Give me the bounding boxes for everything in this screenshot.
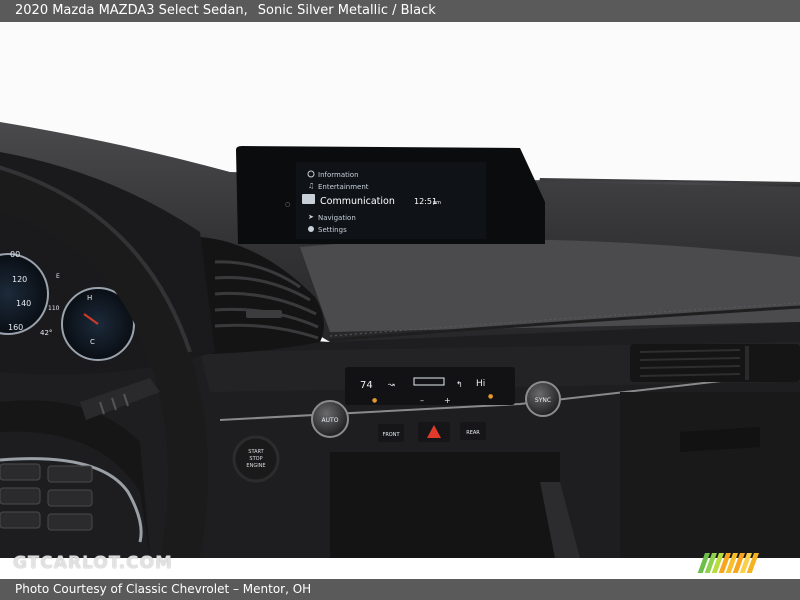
gauge-e-label: E [56, 273, 60, 280]
navigation-arrow-icon[interactable]: ➤ [308, 213, 314, 221]
front-defrost-label: FRONT [382, 432, 400, 438]
menu-communication[interactable]: Communication [320, 196, 395, 207]
phone-icon[interactable] [302, 194, 315, 204]
speed-tick-140: 140 [16, 299, 31, 308]
menu-entertainment[interactable]: Entertainment [318, 183, 369, 191]
wheel-button-5[interactable] [0, 511, 41, 529]
dashboard-photo: ○ Information ♫ Entertainment Communicat… [0, 22, 800, 558]
screen-clock-suffix: pm [433, 200, 441, 206]
auto-label: AUTO [322, 417, 339, 424]
temp-minus: – [420, 396, 424, 405]
warning-dot-icon: ● [372, 397, 377, 404]
music-note-icon[interactable]: ♫ [308, 182, 314, 190]
temp-plus: + [444, 396, 451, 405]
wheel-button-2[interactable] [47, 465, 93, 483]
stop-label: STOP [249, 456, 262, 462]
menu-settings[interactable]: Settings [318, 226, 347, 234]
start-label: START [248, 449, 264, 455]
climate-fan-hi: Hi [476, 379, 485, 389]
vent-adjuster[interactable] [246, 310, 282, 318]
speed-tick-160: 160 [8, 323, 23, 332]
speed-tick-partial: 00 [10, 250, 20, 259]
speed-tick-120: 120 [12, 275, 27, 284]
wheel-button-3[interactable] [0, 487, 41, 505]
gauge-h-label: H [87, 294, 92, 302]
vehicle-title: 2020 Mazda MAZDA3 Select Sedan, [15, 3, 248, 18]
vent-mode-icon: ↰ [456, 380, 463, 389]
sync-label: SYNC [535, 397, 551, 404]
engine-label: ENGINE [246, 463, 265, 469]
svg-text:○: ○ [285, 201, 290, 208]
photo-credit: Photo Courtesy of Classic Chevrolet – Me… [15, 582, 312, 596]
gauge-c-label: C [90, 338, 95, 346]
outside-temp: 42° [40, 329, 52, 337]
caption-bar: 2020 Mazda MAZDA3 Select Sedan, Sonic Sil… [0, 0, 800, 22]
climate-temp-left: 74 [360, 380, 373, 391]
settings-gear-icon[interactable] [308, 226, 314, 232]
menu-information[interactable]: Information [318, 171, 359, 179]
tick-110: 110 [48, 305, 60, 312]
wheel-button-1[interactable] [0, 463, 41, 481]
rear-defrost-label: REAR [466, 430, 480, 436]
site-logo [697, 553, 759, 573]
watermark: GTCARLOT.COM [13, 553, 173, 573]
vehicle-color: Sonic Silver Metallic / Black [257, 3, 436, 18]
footer-bar: Photo Courtesy of Classic Chevrolet – Me… [0, 579, 800, 600]
ac-indicator-icon: ● [488, 393, 493, 400]
airflow-icon: ↝ [388, 380, 395, 389]
menu-navigation[interactable]: Navigation [318, 214, 356, 222]
wheel-button-4[interactable] [47, 489, 93, 507]
wheel-button-6[interactable] [47, 513, 93, 531]
